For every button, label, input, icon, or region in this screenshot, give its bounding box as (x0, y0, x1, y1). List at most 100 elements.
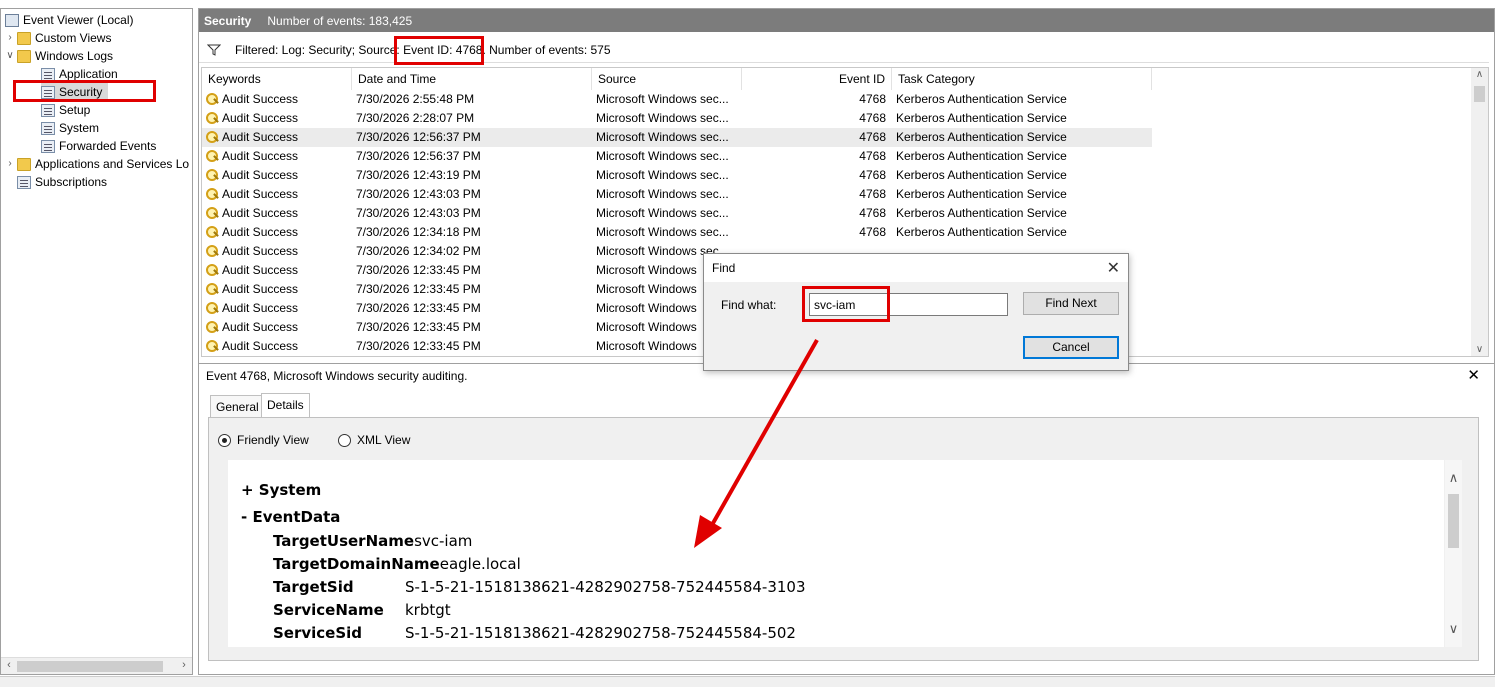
find-title: Find (712, 261, 736, 275)
cell-date: 7/30/2026 12:33:45 PM (356, 263, 481, 277)
tree-root-label: Event Viewer (Local) (23, 13, 134, 27)
cell-task-category: Kerberos Authentication Service (896, 168, 1067, 182)
tree-item-label: Application (59, 67, 118, 81)
scrollbar-thumb[interactable] (1448, 494, 1459, 548)
scroll-up-icon[interactable]: ∧ (1471, 69, 1488, 80)
tree-item-security[interactable]: Security (41, 83, 109, 101)
field-key: TargetUserName (273, 532, 415, 550)
tab-details[interactable]: Details (261, 393, 310, 418)
event-count: Number of events: 183,425 (267, 13, 413, 28)
scroll-right-icon[interactable]: › (177, 659, 191, 671)
key-icon (206, 112, 219, 125)
cell-event-id: 4768 (859, 225, 886, 239)
log-icon (41, 121, 55, 135)
close-icon[interactable]: ✕ (1467, 366, 1480, 384)
table-row[interactable]: Audit Success 7/30/2026 2:55:48 PM Microso… (202, 90, 1152, 109)
eventdata-field: TargetUserNamesvc-iam (273, 532, 472, 550)
table-row[interactable]: Audit Success 7/30/2026 12:43:03 PM Micros… (202, 204, 1152, 223)
table-row[interactable]: Audit Success 7/30/2026 12:43:03 PM Micros… (202, 185, 1152, 204)
cell-task-category: Kerberos Authentication Service (896, 111, 1067, 125)
cell-date: 7/30/2026 12:33:45 PM (356, 282, 481, 296)
column-source[interactable]: Source (592, 68, 742, 90)
log-header: Security Number of events: 183,425 (199, 9, 1494, 32)
cell-event-id: 4768 (859, 111, 886, 125)
find-next-button[interactable]: Find Next (1023, 292, 1119, 315)
scrollbar-thumb[interactable] (1474, 86, 1485, 102)
field-value: S-1-5-21-1518138621-4282902758-752445584… (405, 578, 806, 596)
cell-task-category: Kerberos Authentication Service (896, 130, 1067, 144)
tab-general[interactable]: General (210, 395, 265, 418)
cell-task-category: Kerberos Authentication Service (896, 187, 1067, 201)
cell-keywords: Audit Success (222, 282, 299, 296)
tree-item-system[interactable]: System (41, 119, 99, 137)
column-keywords[interactable]: Keywords (202, 68, 352, 90)
friendly-view-radio[interactable]: Friendly View (218, 433, 309, 447)
system-section[interactable]: + System (241, 481, 321, 499)
tree-item-label: Windows Logs (35, 49, 114, 63)
cell-keywords: Audit Success (222, 301, 299, 315)
scrollbar-thumb[interactable] (17, 661, 163, 672)
tree-item-forwarded-events[interactable]: Forwarded Events (41, 137, 156, 155)
key-icon (206, 283, 219, 296)
details-vertical-scrollbar[interactable]: ∧ ∨ (1445, 460, 1462, 647)
field-value: svc-iam (414, 532, 473, 550)
eventdata-section[interactable]: - EventData (241, 508, 340, 526)
key-icon (206, 264, 219, 277)
tree-item-subscriptions[interactable]: Subscriptions (17, 173, 107, 191)
tree-item-apps-services[interactable]: › Applications and Services Lo (3, 155, 189, 173)
tree-item-application[interactable]: Application (41, 65, 118, 83)
tree-item-custom-views[interactable]: › Custom Views (3, 29, 111, 47)
column-task-category[interactable]: Task Category (892, 68, 1152, 90)
scroll-down-icon[interactable]: ∨ (1445, 621, 1462, 637)
chevron-down-icon[interactable]: ∨ (3, 47, 17, 65)
table-row[interactable]: Audit Success 7/30/2026 12:43:19 PM Micros… (202, 166, 1152, 185)
log-icon (41, 85, 55, 99)
cell-source: Microsoft Windows sec... (596, 92, 729, 106)
tree-root[interactable]: Event Viewer (Local) (5, 11, 134, 29)
cell-event-id: 4768 (859, 187, 886, 201)
key-icon (206, 169, 219, 182)
eventdata-field: TargetSid S-1-5-21-1518138621-4282902758-… (273, 578, 806, 596)
cancel-button[interactable]: Cancel (1023, 336, 1119, 359)
tree-horizontal-scrollbar[interactable]: ‹ › (1, 657, 192, 674)
scroll-down-icon[interactable]: ∨ (1471, 344, 1488, 355)
key-icon (206, 188, 219, 201)
cell-date: 7/30/2026 12:43:19 PM (356, 168, 481, 182)
close-icon[interactable]: ✕ (1107, 258, 1120, 278)
cell-event-id: 4768 (859, 149, 886, 163)
cell-source: Microsoft Windows sec... (596, 149, 729, 163)
cell-keywords: Audit Success (222, 339, 299, 353)
find-what-input[interactable] (809, 293, 1008, 316)
table-row[interactable]: Audit Success 7/30/2026 12:56:37 PM Micros… (202, 128, 1152, 147)
table-row[interactable]: Audit Success 7/30/2026 12:34:18 PM Micros… (202, 223, 1152, 242)
table-row[interactable]: Audit Success 7/30/2026 12:56:37 PM Micros… (202, 147, 1152, 166)
scroll-left-icon[interactable]: ‹ (2, 659, 16, 671)
cell-date: 7/30/2026 12:33:45 PM (356, 339, 481, 353)
chevron-right-icon[interactable]: › (3, 155, 17, 173)
scroll-up-icon[interactable]: ∧ (1445, 470, 1462, 486)
cell-task-category: Kerberos Authentication Service (896, 92, 1067, 106)
xml-view-radio[interactable]: XML View (338, 433, 410, 447)
cell-source: Microsoft Windows sec... (596, 225, 729, 239)
folder-icon (17, 49, 31, 63)
folder-icon (17, 31, 31, 45)
list-vertical-scrollbar[interactable]: ∧ ∨ (1471, 68, 1488, 356)
cell-keywords: Audit Success (222, 206, 299, 220)
cell-event-id: 4768 (859, 206, 886, 220)
log-icon (17, 175, 31, 189)
chevron-right-icon[interactable]: › (3, 29, 17, 47)
column-event-id[interactable]: Event ID (742, 68, 892, 90)
column-date[interactable]: Date and Time (352, 68, 592, 90)
cell-event-id: 4768 (859, 92, 886, 106)
find-titlebar[interactable]: Find ✕ (704, 254, 1128, 282)
radio-selected-icon (218, 433, 231, 447)
tree-item-setup[interactable]: Setup (41, 101, 90, 119)
radio-label: XML View (357, 433, 411, 447)
tree-item-label: Applications and Services Lo (35, 157, 190, 171)
key-icon (206, 302, 219, 315)
key-icon (206, 93, 219, 106)
field-value: eagle.local (439, 555, 521, 573)
tree-item-windows-logs[interactable]: ∨ Windows Logs (3, 47, 113, 65)
navigation-tree: Event Viewer (Local) › Custom Views ∨ Wi… (0, 8, 193, 675)
table-row[interactable]: Audit Success 7/30/2026 2:28:07 PM Microso… (202, 109, 1152, 128)
